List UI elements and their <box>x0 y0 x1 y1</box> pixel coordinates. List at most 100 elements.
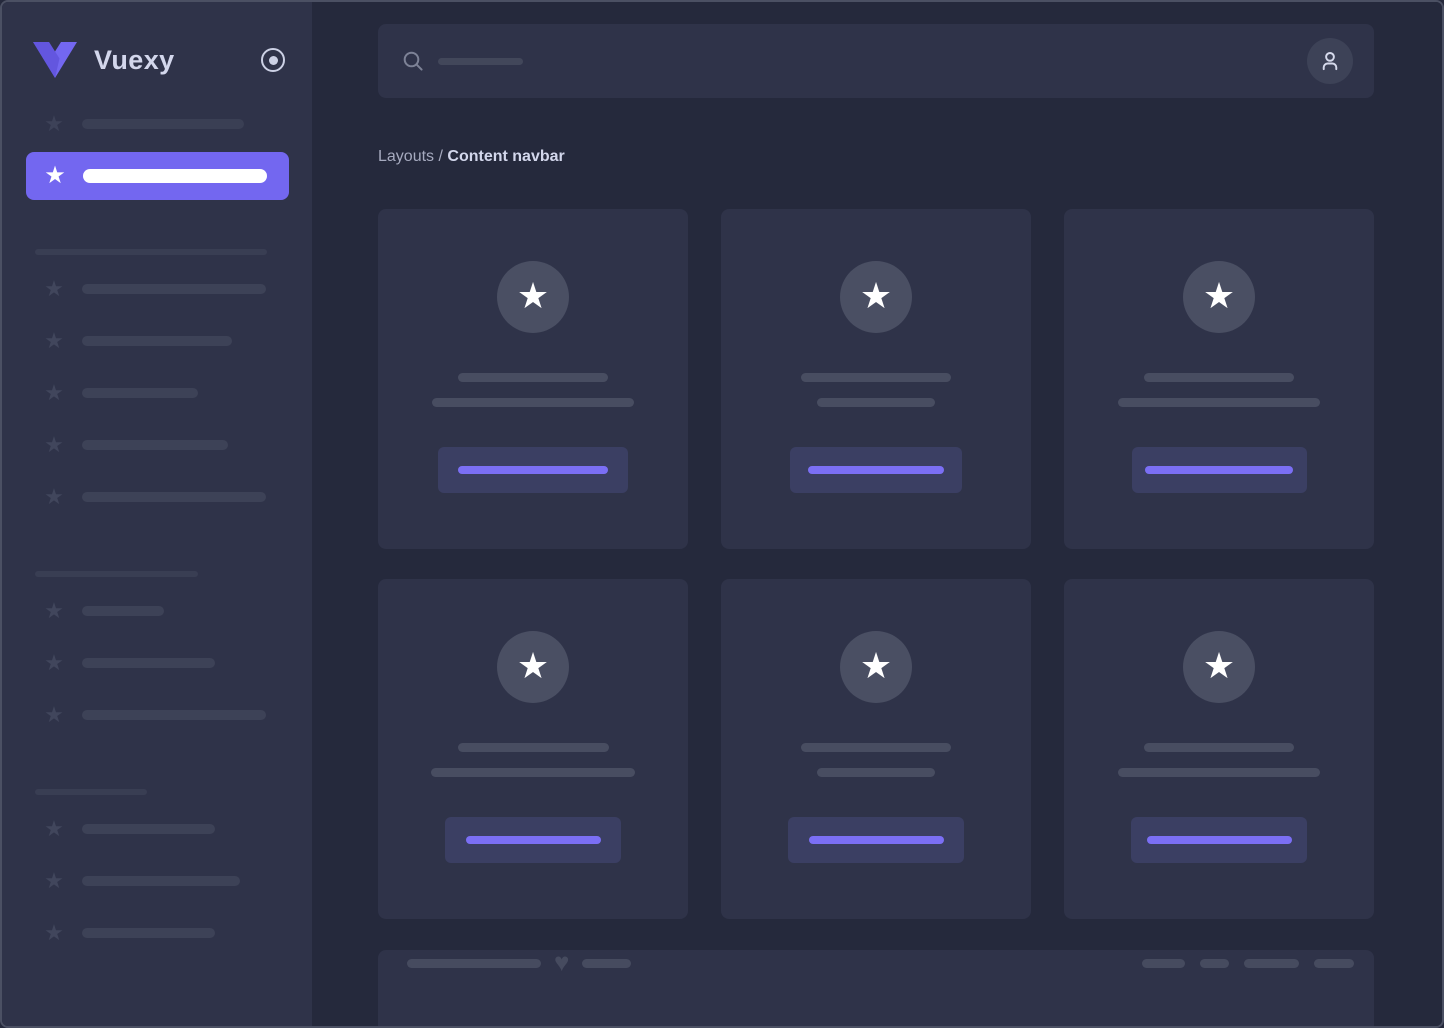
card-avatar: ★ <box>1183 261 1255 333</box>
star-icon: ★ <box>1203 278 1235 314</box>
sidebar-item[interactable]: ★ <box>42 921 215 945</box>
star-icon: ★ <box>42 817 66 841</box>
card: ★ <box>378 579 688 919</box>
star-icon: ★ <box>42 329 66 353</box>
sidebar-section-divider <box>35 249 267 255</box>
sidebar-item-active[interactable]: ★ <box>26 152 289 200</box>
sidebar-nav: ★ ★ ★ ★ ★ ★ ★ ★ ★ ★ ★ ★ ★ <box>2 82 312 945</box>
sidebar-item[interactable]: ★ <box>42 329 232 353</box>
star-icon: ★ <box>42 651 66 675</box>
footer-skeleton-bar <box>582 959 631 968</box>
sidebar-section-divider <box>35 571 198 577</box>
skeleton-line <box>1144 743 1294 752</box>
skeleton-line <box>1144 373 1294 382</box>
footer-card: ♥ <box>378 950 1374 1028</box>
star-icon: ★ <box>42 277 66 301</box>
footer-row: ♥ <box>407 950 1354 976</box>
menu-pin-toggle-icon[interactable] <box>261 48 285 72</box>
skeleton-line <box>458 743 609 752</box>
card-button[interactable] <box>1131 817 1307 863</box>
skeleton-bar <box>82 119 244 129</box>
skeleton-line <box>817 768 935 777</box>
skeleton-line <box>817 398 935 407</box>
sidebar-item[interactable]: ★ <box>42 433 228 457</box>
search-placeholder-bar <box>438 58 523 65</box>
footer-skeleton-bar <box>407 959 541 968</box>
sidebar-item[interactable]: ★ <box>42 277 266 301</box>
button-label-bar <box>1147 836 1292 844</box>
sidebar-item[interactable]: ★ <box>42 381 198 405</box>
button-label-bar <box>466 836 601 844</box>
skeleton-bar <box>82 928 215 938</box>
breadcrumb-section[interactable]: Layouts <box>378 148 434 165</box>
sidebar-section-divider <box>35 789 147 795</box>
skeleton-bar <box>82 440 228 450</box>
skeleton-line <box>458 373 608 382</box>
sidebar-header: Vuexy <box>2 2 312 82</box>
heart-icon: ♥ <box>554 949 569 975</box>
search-icon <box>402 50 424 72</box>
card-avatar: ★ <box>1183 631 1255 703</box>
skeleton-line <box>1118 768 1320 777</box>
button-label-bar <box>458 466 608 474</box>
sidebar: Vuexy ★ ★ ★ ★ ★ ★ ★ ★ ★ ★ ★ ★ ★ <box>2 2 312 1026</box>
star-icon: ★ <box>42 703 66 727</box>
breadcrumb-current: Content navbar <box>447 148 564 165</box>
card: ★ <box>378 209 688 549</box>
card-button[interactable] <box>1132 447 1307 493</box>
skeleton-bar <box>82 284 266 294</box>
app-title: Vuexy <box>94 45 175 76</box>
star-icon: ★ <box>42 485 66 509</box>
footer-link-bar <box>1200 959 1229 968</box>
skeleton-line <box>801 373 951 382</box>
card-button[interactable] <box>788 817 964 863</box>
star-icon: ★ <box>42 599 66 623</box>
user-icon <box>1317 48 1343 74</box>
skeleton-bar <box>82 710 266 720</box>
footer-link-bar <box>1244 959 1299 968</box>
skeleton-line <box>431 768 635 777</box>
card: ★ <box>721 209 1031 549</box>
star-icon: ★ <box>42 921 66 945</box>
star-icon: ★ <box>860 278 892 314</box>
user-avatar[interactable] <box>1307 38 1353 84</box>
sidebar-item[interactable]: ★ <box>42 112 244 136</box>
card-button[interactable] <box>438 447 628 493</box>
sidebar-item[interactable]: ★ <box>42 817 215 841</box>
card-avatar: ★ <box>840 631 912 703</box>
breadcrumb: Layouts / Content navbar <box>378 147 1374 166</box>
sidebar-item[interactable]: ★ <box>42 599 164 623</box>
skeleton-line <box>1118 398 1320 407</box>
card-button[interactable] <box>790 447 962 493</box>
sidebar-item[interactable]: ★ <box>42 651 215 675</box>
search-bar[interactable] <box>378 24 1374 98</box>
sidebar-item[interactable]: ★ <box>42 869 240 893</box>
cards-grid: ★ ★ ★ ★ ★ ★ <box>378 209 1374 919</box>
main-area: Layouts / Content navbar ★ ★ ★ ★ ★ ★ ♥ <box>312 2 1442 1026</box>
button-label-bar <box>809 836 944 844</box>
star-icon: ★ <box>517 278 549 314</box>
card-button[interactable] <box>445 817 621 863</box>
app-window: Vuexy ★★★★★★★★★★★★★ Layouts / Content n <box>0 0 1444 1028</box>
radio-dot <box>269 56 278 65</box>
button-label-bar <box>808 466 944 474</box>
skeleton-bar <box>82 388 198 398</box>
skeleton-line <box>801 743 951 752</box>
star-icon: ★ <box>517 648 549 684</box>
card-avatar: ★ <box>840 261 912 333</box>
card: ★ <box>1064 579 1374 919</box>
button-label-bar <box>1145 466 1293 474</box>
footer-link-bar <box>1314 959 1354 968</box>
star-icon: ★ <box>860 648 892 684</box>
skeleton-line <box>432 398 634 407</box>
skeleton-bar <box>82 658 215 668</box>
skeleton-bar <box>82 824 215 834</box>
footer-links-group <box>1142 959 1354 968</box>
sidebar-item[interactable]: ★ <box>42 703 266 727</box>
star-icon: ★ <box>42 869 66 893</box>
vuexy-logo-icon <box>32 41 78 79</box>
sidebar-item[interactable]: ★ <box>42 485 266 509</box>
star-icon: ★ <box>43 164 67 188</box>
star-icon: ★ <box>42 112 66 136</box>
skeleton-bar <box>82 336 232 346</box>
